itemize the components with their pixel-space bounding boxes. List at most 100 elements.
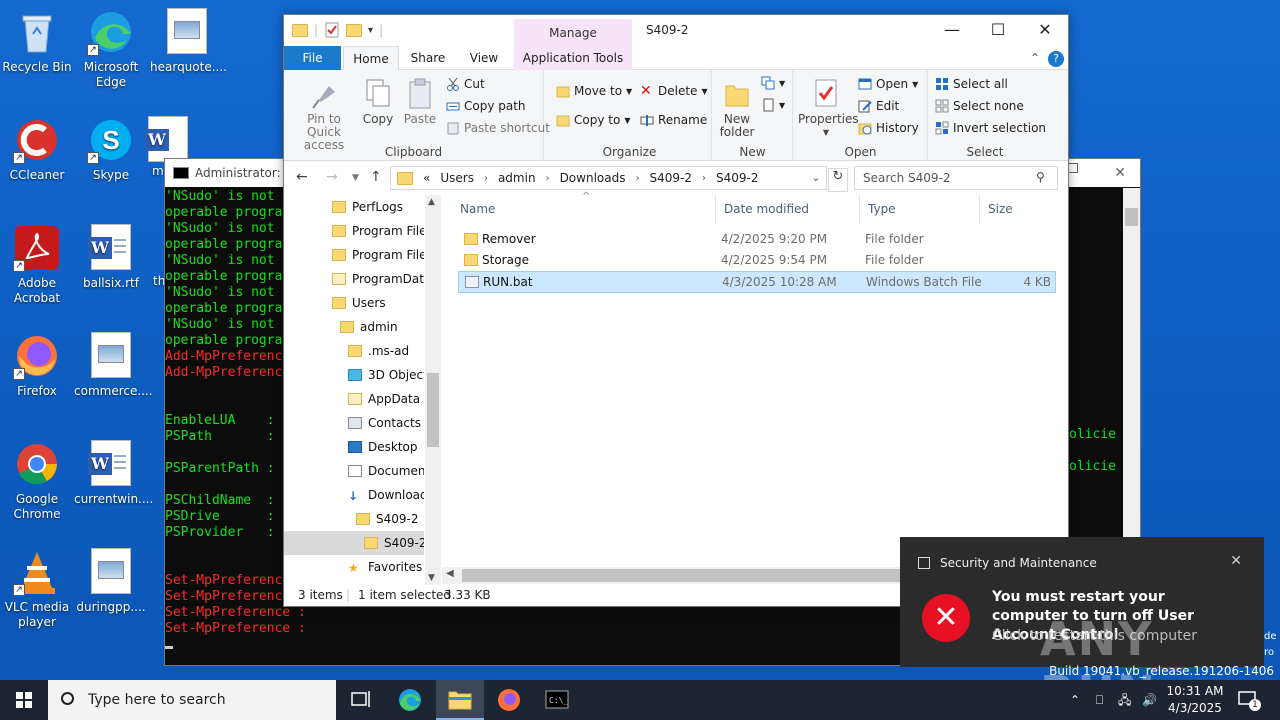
file-row[interactable]: Storage 4/2/2025 9:54 PM File folder xyxy=(458,250,1056,272)
column-header-size[interactable]: Size xyxy=(980,195,1060,223)
file-row[interactable]: RUN.bat 4/3/2025 10:28 AM Windows Batch Fi… xyxy=(458,271,1056,293)
breadcrumb-overflow[interactable]: « xyxy=(423,171,430,185)
taskbar-cmd[interactable]: C:\_ xyxy=(533,680,581,720)
task-view-button[interactable] xyxy=(336,680,384,720)
desktop-icon-ballsix[interactable]: W ballsix.rtf xyxy=(74,224,148,291)
nav-item[interactable]: ↓ Downloads xyxy=(284,483,424,507)
tab-view[interactable]: View xyxy=(460,46,508,70)
new-item-button[interactable]: ▼ xyxy=(761,76,785,90)
collapse-ribbon-icon[interactable]: ⌃ xyxy=(1028,46,1042,70)
desktop-icon-acrobat[interactable]: ↗ Adobe Acrobat xyxy=(0,224,74,306)
navigation-pane[interactable]: PerfLogs Program Files Program Files Progra… xyxy=(284,195,441,585)
maximize-icon[interactable]: ☐ xyxy=(975,15,1021,45)
desktop-icon-skype[interactable]: S ↗ Skype xyxy=(74,116,148,183)
scrollbar-thumb[interactable] xyxy=(427,373,439,447)
close-icon[interactable]: ✕ xyxy=(1230,553,1242,569)
desktop-icon-edge[interactable]: ↗ Microsoft Edge xyxy=(74,8,148,90)
back-arrow-icon[interactable]: ← xyxy=(296,169,308,185)
nav-item[interactable]: AppData xyxy=(284,387,424,411)
nav-item[interactable]: PerfLogs xyxy=(284,195,424,219)
desktop-icon-chrome[interactable]: Google Chrome xyxy=(0,440,74,522)
minimize-icon[interactable]: — xyxy=(929,15,975,45)
easy-access-button[interactable]: ▼ xyxy=(761,98,785,112)
chevron-up-icon[interactable]: ⌃ xyxy=(1070,680,1086,720)
tab-share[interactable]: Share xyxy=(404,46,452,70)
nav-item[interactable]: S409-2 xyxy=(284,507,424,531)
copy-to-button[interactable]: Copy to ▼ xyxy=(556,113,630,127)
tab-application-tools[interactable]: Application Tools xyxy=(514,46,632,70)
nav-item[interactable]: Program Files xyxy=(284,219,424,243)
chevron-right-icon[interactable]: › xyxy=(635,173,639,184)
file-explorer-window[interactable]: | ▾ | Manage S409-2 — ☐ ✕ File Home Shar… xyxy=(283,14,1069,607)
manage-tab[interactable]: Manage xyxy=(514,19,632,46)
chevron-down-icon[interactable]: ⌄ xyxy=(812,173,820,184)
tray-device-icon[interactable]: ⎕ xyxy=(1096,680,1103,720)
scroll-up-icon[interactable]: ▲ xyxy=(428,197,435,207)
edit-button[interactable]: Edit xyxy=(858,99,899,113)
breadcrumb-users[interactable]: Users xyxy=(440,171,474,185)
breadcrumb-s409-2[interactable]: S409-2 xyxy=(649,171,692,185)
up-arrow-icon[interactable]: ↑ xyxy=(370,169,382,185)
open-button[interactable]: Open ▼ xyxy=(858,77,918,91)
nav-item[interactable]: ProgramData xyxy=(284,267,424,291)
breadcrumb-downloads[interactable]: Downloads xyxy=(560,171,626,185)
scroll-down-icon[interactable]: ▼ xyxy=(428,573,435,583)
scroll-left-icon[interactable]: ◀ xyxy=(446,568,454,579)
cut-button[interactable]: Cut xyxy=(446,77,485,91)
desktop-icon-hearquote[interactable]: hearquote.... xyxy=(150,8,227,75)
column-header-type[interactable]: Type xyxy=(860,195,980,223)
delete-button[interactable]: ✕ Delete ▼ xyxy=(640,84,708,98)
taskbar-edge[interactable] xyxy=(386,680,434,720)
file-row[interactable]: Remover 4/2/2025 9:20 PM File folder xyxy=(458,229,1056,251)
file-list[interactable]: ^ Name Date modified Type Size Remover 4/… xyxy=(442,191,1068,585)
navpane-scrollbar[interactable]: ▲ ▼ xyxy=(425,195,441,585)
paste-button[interactable]: Paste xyxy=(400,78,440,126)
explorer-titlebar[interactable]: | ▾ | Manage S409-2 — ☐ ✕ xyxy=(284,15,1068,46)
rename-button[interactable]: Rename xyxy=(640,113,707,127)
nav-item[interactable]: Users xyxy=(284,291,424,315)
tab-file[interactable]: File xyxy=(284,46,341,70)
desktop-icon-vlc[interactable]: ↗ VLC media player xyxy=(0,548,74,630)
breadcrumb-admin[interactable]: admin xyxy=(498,171,536,185)
history-button[interactable]: History xyxy=(858,121,919,135)
scrollbar-thumb[interactable] xyxy=(462,569,922,582)
start-button[interactable] xyxy=(0,680,48,720)
taskbar-firefox[interactable] xyxy=(485,680,533,720)
select-all-button[interactable]: Select all xyxy=(935,77,1008,91)
taskbar-file-explorer[interactable] xyxy=(436,680,484,720)
nav-item[interactable]: 3D Objects xyxy=(284,363,424,387)
breadcrumb-s409-2-current[interactable]: S409-2 xyxy=(716,171,759,185)
tab-home[interactable]: Home xyxy=(343,46,399,71)
recent-locations-icon[interactable]: ▼ xyxy=(352,173,359,183)
chevron-right-icon[interactable]: › xyxy=(546,173,550,184)
nav-item[interactable]: Desktop xyxy=(284,435,424,459)
notification-center-icon[interactable]: 1 xyxy=(1238,690,1261,711)
taskbar-clock[interactable]: 10:31 AM 4/3/2025 xyxy=(1160,683,1230,717)
desktop-icon-recycle-bin[interactable]: Recycle Bin xyxy=(0,8,74,75)
copy-path-button[interactable]: Copy path xyxy=(446,99,526,113)
desktop-icon-duringpp[interactable]: duringpp.... xyxy=(74,548,148,615)
pin-quick-access-button[interactable]: Pin to Quick access xyxy=(290,78,358,152)
select-none-button[interactable]: Select none xyxy=(935,99,1024,113)
customize-qat-icon[interactable]: ▾ xyxy=(368,25,373,36)
forward-arrow-icon[interactable]: → xyxy=(326,169,338,185)
help-icon[interactable]: ? xyxy=(1047,46,1065,70)
nav-item[interactable]: Contacts xyxy=(284,411,424,435)
nav-item[interactable]: Documents xyxy=(284,459,424,483)
desktop-icon-ccleaner[interactable]: ↗ CCleaner xyxy=(0,116,74,183)
chevron-right-icon[interactable]: › xyxy=(702,173,706,184)
network-icon[interactable]: 🖧 xyxy=(1118,680,1131,720)
properties-button[interactable]: Properties ▼ xyxy=(798,78,859,139)
desktop-icon-commerce[interactable]: commerce.... xyxy=(74,332,153,399)
nav-item[interactable]: ★ Favorites xyxy=(284,555,424,579)
nav-item[interactable]: .ms-ad xyxy=(284,339,424,363)
column-header-date[interactable]: Date modified xyxy=(716,195,860,223)
new-folder-icon[interactable] xyxy=(346,23,363,37)
properties-check-icon[interactable] xyxy=(324,22,340,38)
move-to-button[interactable]: Move to ▼ xyxy=(556,84,632,98)
paste-shortcut-button[interactable]: Paste shortcut xyxy=(446,121,550,135)
restore-icon[interactable] xyxy=(1068,163,1078,173)
taskbar-search[interactable]: Type here to search xyxy=(48,680,336,720)
refresh-icon[interactable]: ↻ xyxy=(828,168,848,192)
nav-item[interactable]: S409-2 xyxy=(284,531,424,555)
